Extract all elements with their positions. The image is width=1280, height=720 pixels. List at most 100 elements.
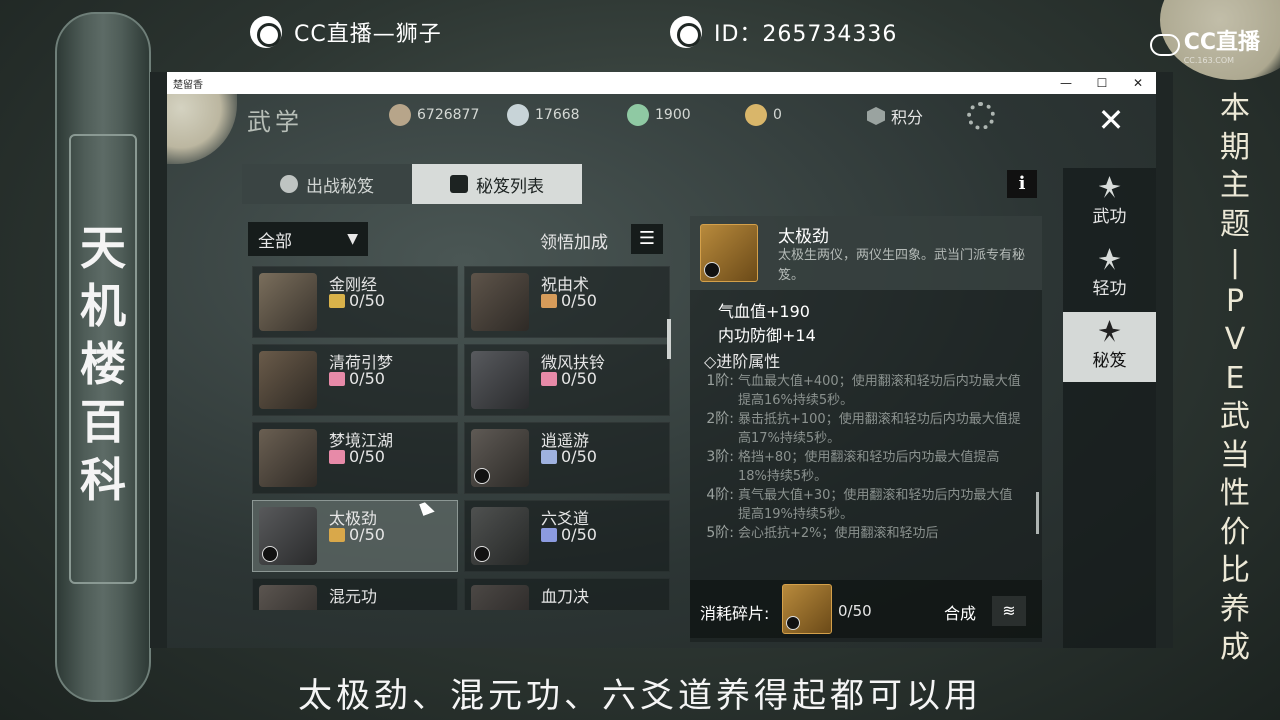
gold-icon [745, 104, 767, 126]
book-card[interactable]: 血刀决 [464, 578, 670, 610]
grid-scrollbar[interactable] [667, 319, 671, 359]
game-area: 武学 6726877 17668 1900 0 积分 ✕ 出战秘笈 秘笈列表 i… [167, 94, 1156, 648]
cloud-icon [1149, 33, 1180, 56]
scroll-char: 题 [1220, 206, 1250, 242]
tier-row: 3阶: 格挡+80；使用翻滚和轻功后内功最大值提高18%持续5秒。 [704, 448, 1022, 486]
fragment-count: 0/50 [561, 525, 597, 544]
side-nav: 武功 轻功 秘笈 [1063, 168, 1156, 648]
fragment-progress: 0/50 [329, 447, 385, 466]
tier-level: 5阶: [706, 525, 734, 541]
book-thumbnail [471, 273, 529, 331]
side-nav-lightness[interactable]: 轻功 [1063, 240, 1156, 310]
book-icon [700, 224, 758, 282]
channel-tag: CC直播—狮子 [250, 16, 442, 48]
cc-logo-icon [670, 16, 702, 48]
hexagon-icon [867, 107, 885, 125]
game-window: 楚留香 — ☐ ✕ 武学 6726877 17668 1900 0 积分 ✕ 出… [150, 72, 1173, 648]
scroll-char: E [1225, 360, 1245, 396]
tab-equipped-books[interactable]: 出战秘笈 [242, 164, 412, 204]
scroll-char: 科 [80, 453, 126, 507]
currency-value: 0 [773, 107, 782, 123]
tier-text: 真气最大值+30；使用翻滚和轻功后内功最大值提高19%持续5秒。 [738, 488, 1013, 522]
detail-header: 太极劲 太极生两仪，两仪生四象。武当门派专有秘笈。 [690, 216, 1042, 290]
page-title: 武学 [247, 108, 303, 136]
book-card[interactable]: 梦境江湖 0/50 [252, 422, 458, 494]
scroll-char: 主 [1220, 168, 1250, 203]
book-thumbnail [259, 273, 317, 331]
chevron-down-icon: ▼ [347, 231, 358, 247]
fragment-count: 0/50 [349, 369, 385, 388]
wudang-mark-icon [474, 468, 490, 484]
stream-id: ID：265734336 [714, 22, 898, 47]
window-titlebar: 楚留香 — ☐ ✕ [167, 72, 1156, 94]
book-thumbnail [471, 585, 529, 610]
tier-list: 1阶: 气血最大值+400；使用翻滚和轻功后内功最大值提高16%持续5秒。 2阶:… [704, 372, 1022, 544]
fragment-progress: 0/50 [329, 525, 385, 544]
close-button[interactable]: ✕ [1085, 98, 1137, 142]
book-card[interactable]: 混元功 [252, 578, 458, 610]
filter-value: 全部 [258, 231, 292, 252]
scroll-char: V [1224, 322, 1246, 357]
book-card[interactable]: 逍遥游 0/50 [464, 422, 670, 494]
game-header: 武学 6726877 17668 1900 0 积分 ✕ [167, 94, 1156, 146]
book-thumbnail [259, 351, 317, 409]
fragment-icon [329, 527, 345, 542]
currency-value: 6726877 [417, 107, 480, 123]
book-card[interactable]: 清荷引梦 0/50 [252, 344, 458, 416]
scroll-char: 当 [1220, 437, 1250, 473]
settings-gear-icon[interactable] [967, 102, 995, 130]
book-card[interactable]: 微风扶铃 0/50 [464, 344, 670, 416]
fragment-count: 0/50 [349, 291, 385, 310]
tier-text: 会心抵抗+2%；使用翻滚和轻功后 [738, 526, 939, 541]
scroll-char: 天 [80, 221, 126, 275]
tab-label: 秘笈列表 [476, 176, 544, 197]
right-scroll-banner: 本 期 主 题 | P V E 武 当 性 价 比 养 成 [1200, 90, 1270, 665]
side-nav-label: 秘笈 [1092, 351, 1127, 371]
cost-label: 消耗碎片: [700, 604, 770, 623]
currency-value: 17668 [535, 107, 580, 123]
fragment-count: 0/50 [561, 447, 597, 466]
book-card[interactable]: 六爻道 0/50 [464, 500, 670, 572]
lightness-icon [1098, 248, 1121, 270]
book-thumbnail [259, 429, 317, 487]
detail-book-name: 太极劲 [778, 227, 829, 247]
book-detail-panel: 太极劲 太极生两仪，两仪生四象。武当门派专有秘笈。 气血值+190 内功防御+1… [690, 216, 1042, 642]
minimize-button[interactable]: — [1048, 76, 1084, 90]
window-close-button[interactable]: ✕ [1120, 76, 1156, 90]
tab-book-list[interactable]: 秘笈列表 [412, 164, 582, 204]
tier-level: 3阶: [706, 449, 734, 465]
side-nav-books[interactable]: 秘笈 [1063, 312, 1156, 382]
book-name: 血刀决 [541, 587, 590, 606]
cc-brand-logo: CC直播 CC.163.COM [1149, 24, 1260, 65]
category-filter-dropdown[interactable]: 全部 ▼ [248, 222, 368, 256]
detail-scrollbar[interactable] [1036, 492, 1039, 534]
stat-line: 气血值+190 [718, 302, 810, 321]
ingot-icon [507, 104, 529, 126]
stream-id-tag: ID：265734336 [670, 16, 897, 48]
fragment-count: 0/50 [349, 525, 385, 544]
tier-level: 2阶: [706, 411, 734, 427]
info-button[interactable]: i [1007, 170, 1037, 198]
currency-ingot: 17668 [507, 104, 580, 126]
side-nav-martial[interactable]: 武功 [1063, 168, 1156, 238]
scroll-char: 百 [80, 395, 126, 449]
fragment-icon [329, 371, 345, 386]
maximize-button[interactable]: ☐ [1084, 76, 1120, 90]
tier-row: 1阶: 气血最大值+400；使用翻滚和轻功后内功最大值提高16%持续5秒。 [704, 372, 1022, 410]
fragment-progress: 0/50 [541, 369, 597, 388]
synthesize-button[interactable]: ≋ [992, 596, 1026, 626]
book-card[interactable]: 祝由术 0/50 [464, 266, 670, 338]
fragment-progress: 0/50 [541, 525, 597, 544]
right-scroll-text: 本 期 主 题 | P V E 武 当 性 价 比 养 成 [1200, 90, 1270, 668]
jade-icon [627, 104, 649, 126]
tier-text: 气血最大值+400；使用翻滚和轻功后内功最大值提高16%持续5秒。 [738, 374, 1021, 408]
stream-header: CC直播—狮子 ID：265734336 CC直播 CC.163.COM [0, 0, 1280, 66]
list-view-button[interactable]: ☰ [631, 224, 663, 254]
book-thumbnail [259, 585, 317, 610]
book-card[interactable]: 金刚经 0/50 [252, 266, 458, 338]
scroll-char: 本 [1220, 91, 1250, 126]
detail-description: 太极生两仪，两仪生四象。武当门派专有秘笈。 [778, 248, 1026, 283]
score-button[interactable]: 积分 [867, 104, 923, 128]
score-label: 积分 [891, 108, 924, 127]
fragment-progress: 0/50 [541, 447, 597, 466]
